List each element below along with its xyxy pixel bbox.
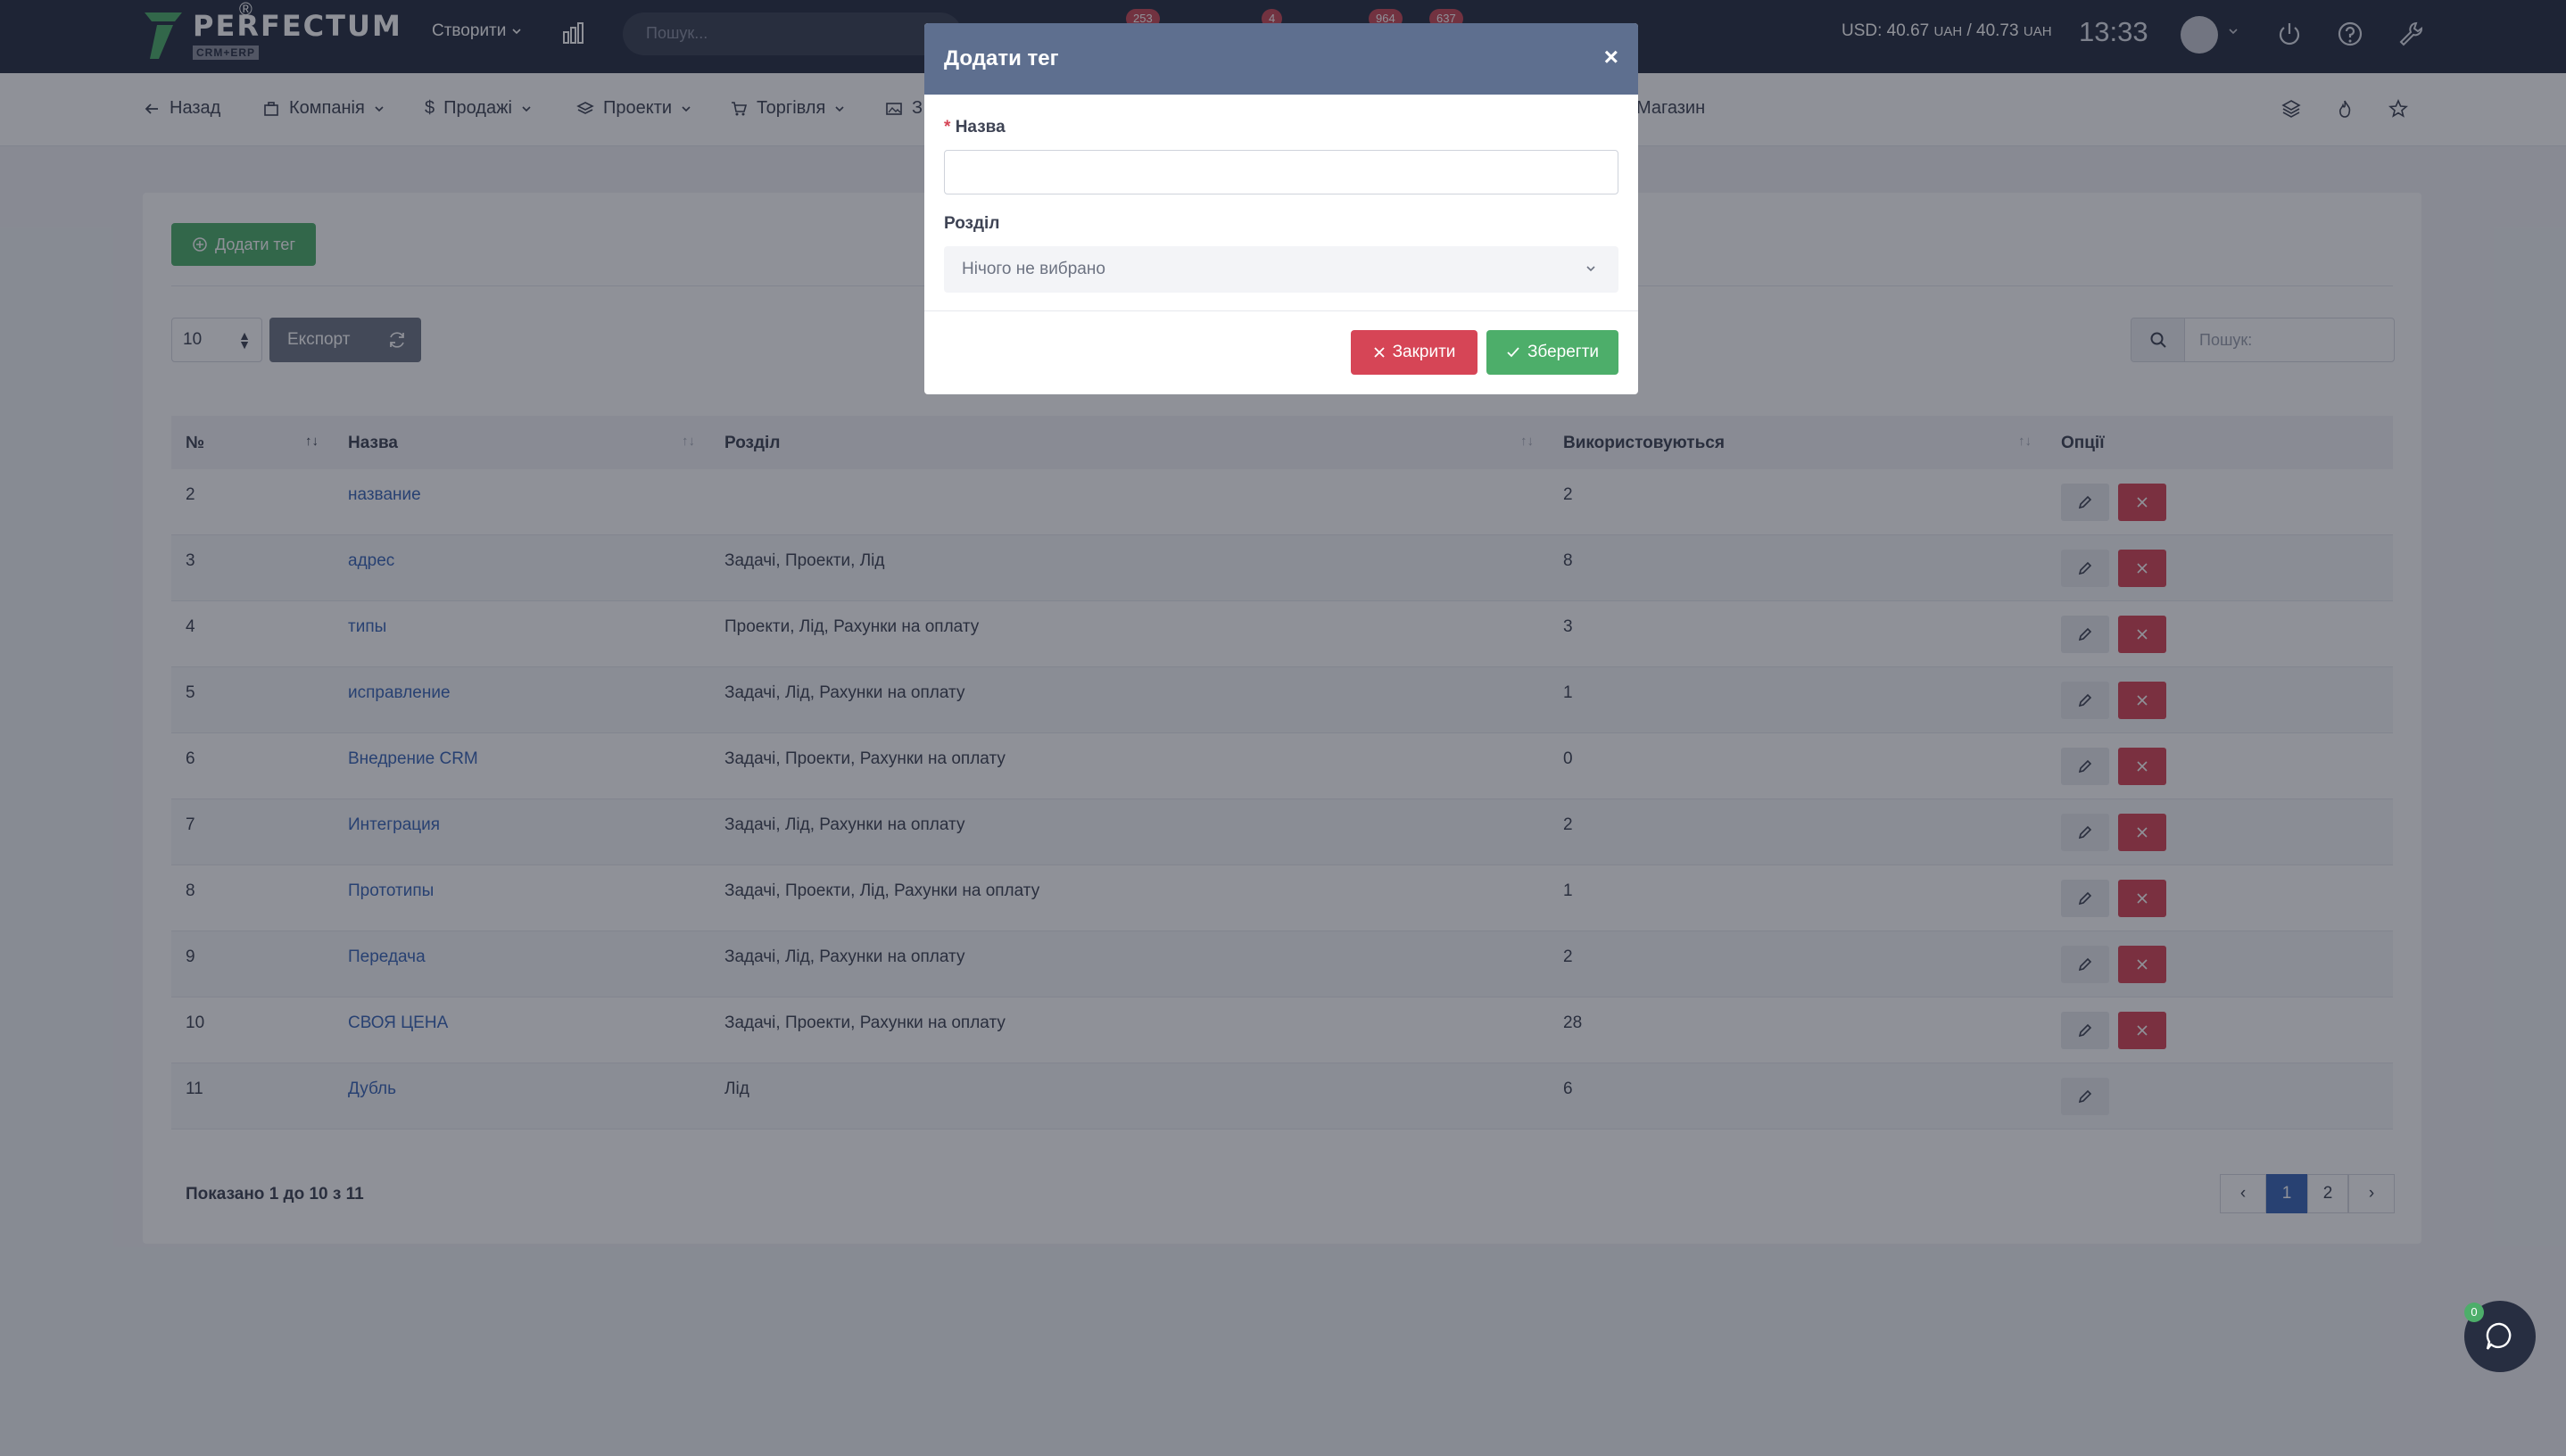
section-select[interactable]: Нічого не вибрано	[944, 246, 1618, 293]
section-label: Розділ	[944, 214, 1000, 233]
divider	[924, 310, 1638, 311]
chat-bubble-icon	[2486, 1322, 2512, 1350]
name-label: * Назва	[944, 118, 1006, 136]
close-icon[interactable]: ×	[1604, 43, 1618, 71]
modal-header: Додати тег ×	[924, 23, 1638, 95]
tag-name-input[interactable]	[944, 150, 1618, 194]
add-tag-modal: Додати тег × * Назва Розділ Нічого не ви…	[924, 23, 1638, 394]
chat-count-badge: 0	[2464, 1303, 2484, 1322]
close-button[interactable]: Закрити	[1351, 330, 1478, 375]
close-icon	[1373, 347, 1385, 358]
chevron-down-icon	[1586, 266, 1595, 272]
required-mark: *	[944, 118, 951, 136]
modal-title: Додати тег	[944, 46, 1059, 70]
save-button[interactable]: Зберегти	[1486, 330, 1618, 375]
check-icon	[1507, 347, 1519, 358]
